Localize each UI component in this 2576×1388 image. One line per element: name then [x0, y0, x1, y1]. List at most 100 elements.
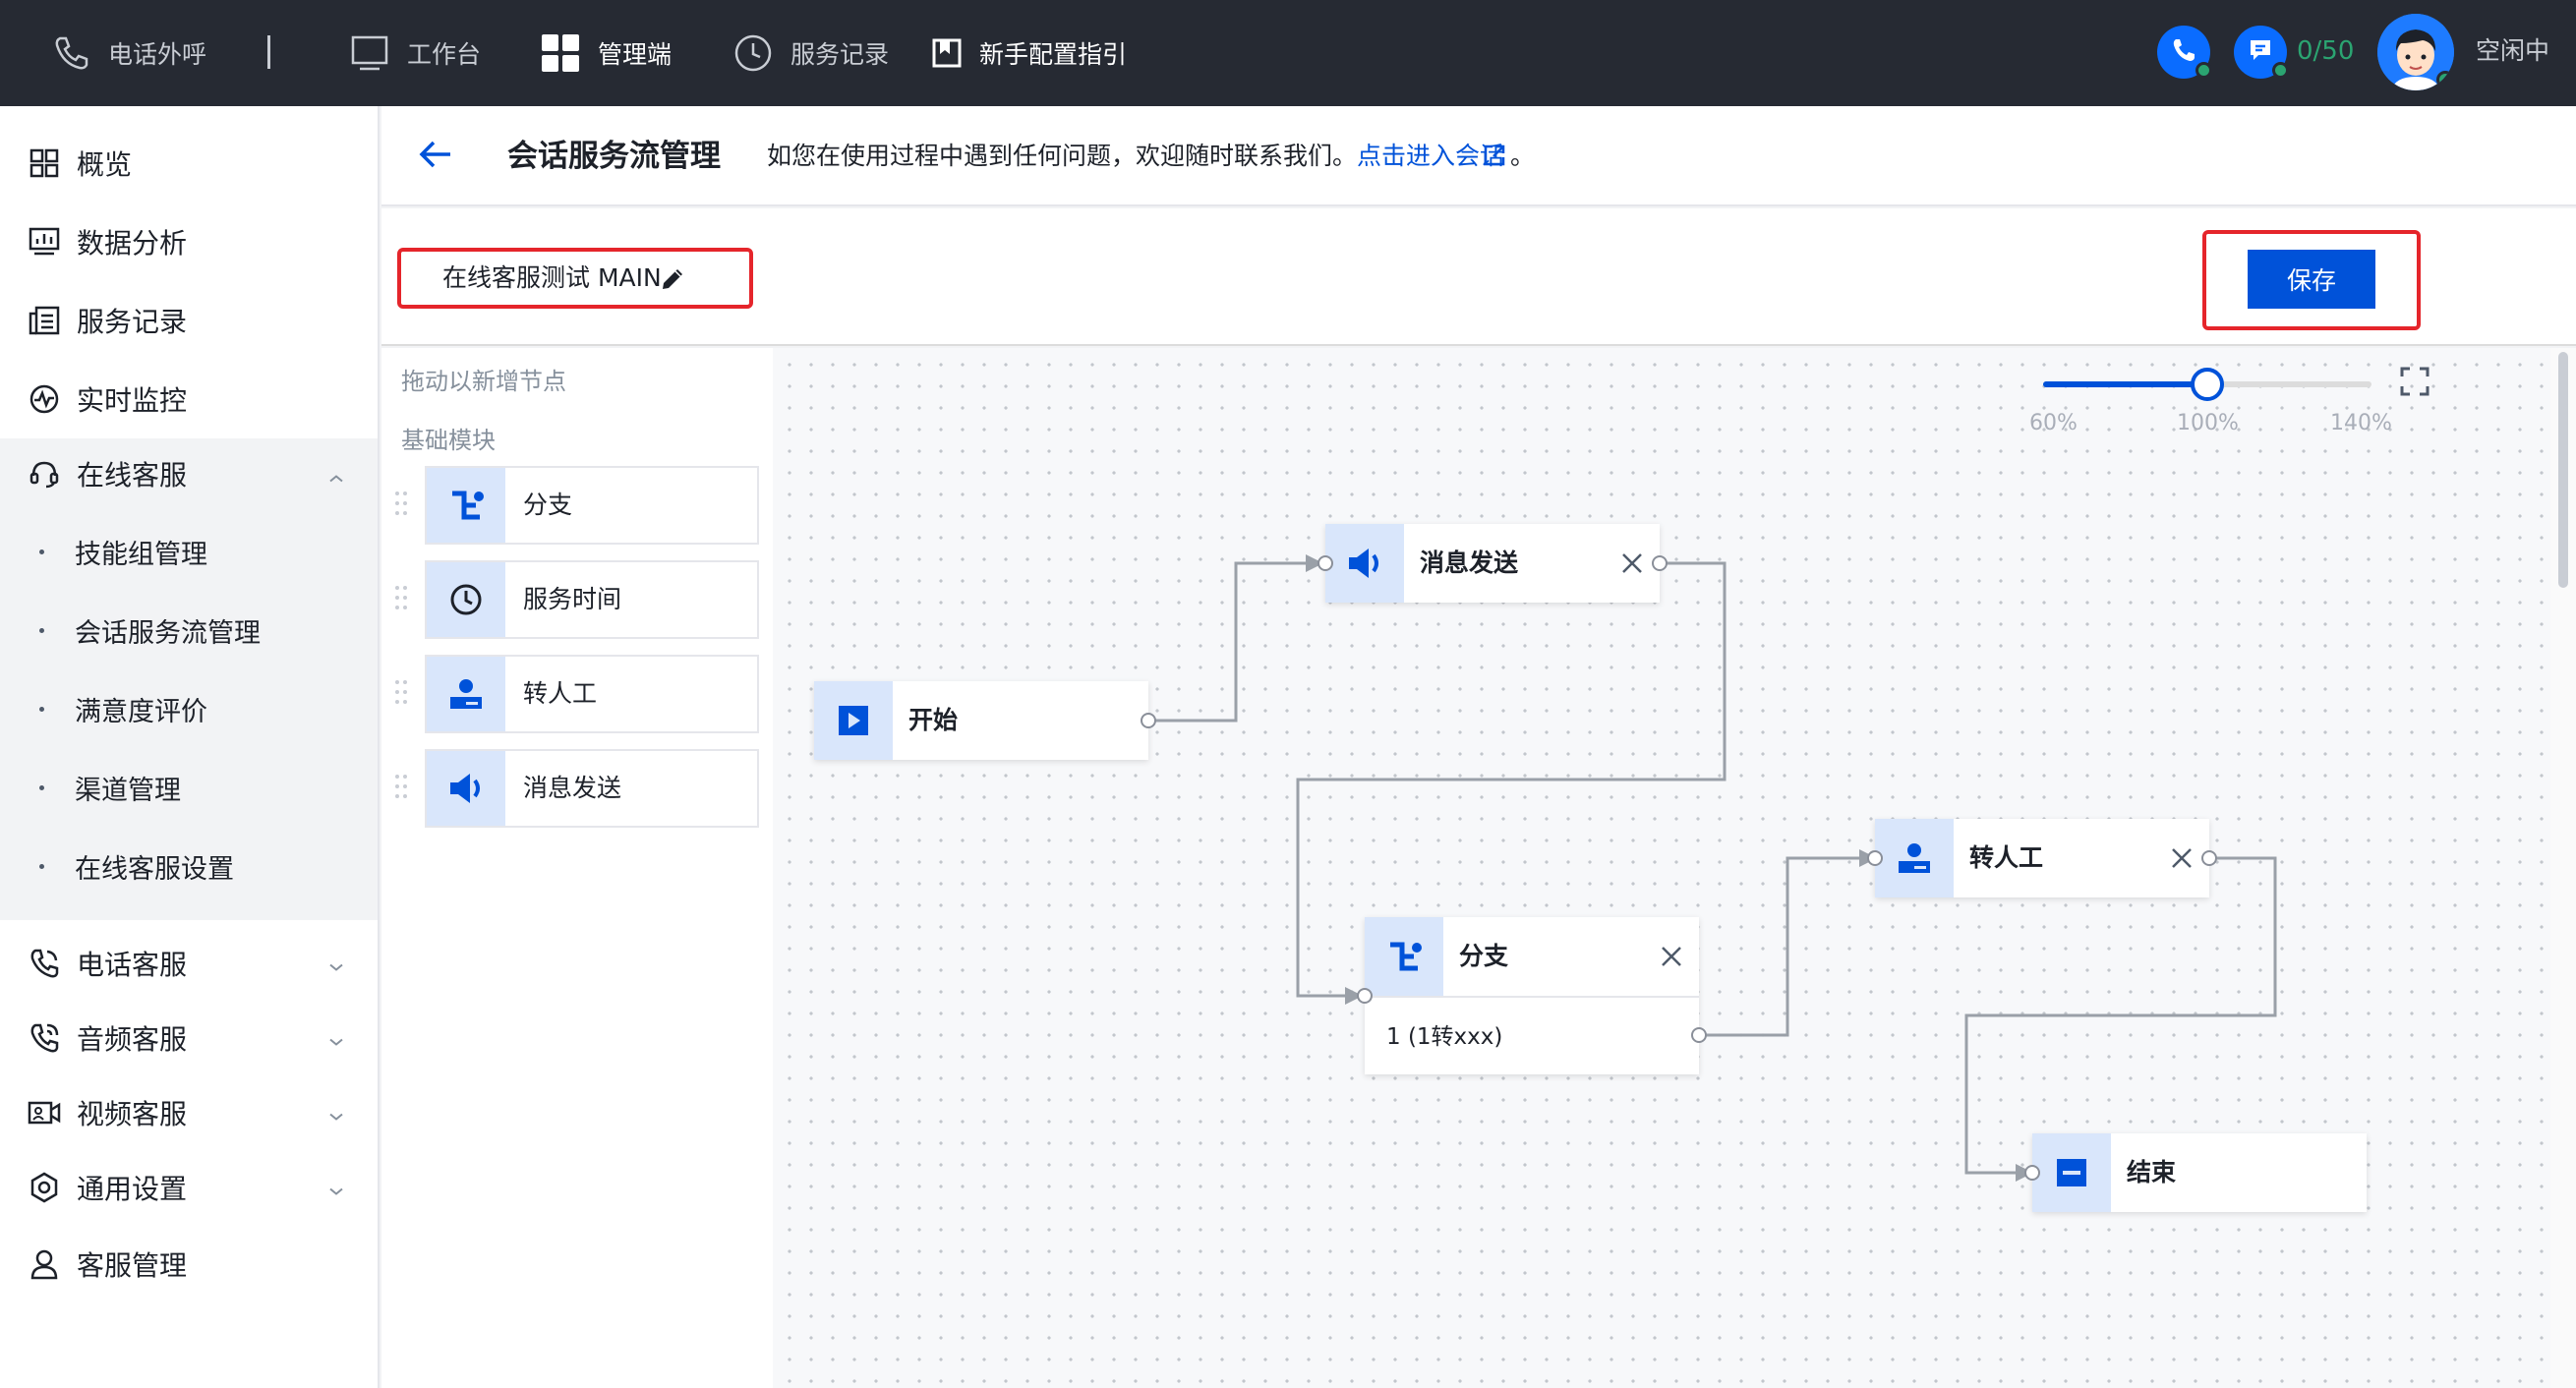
scrollbar-thumb[interactable]	[2558, 352, 2568, 588]
node-input-port[interactable]	[1867, 850, 1883, 866]
drag-handle-icon[interactable]	[395, 680, 409, 710]
records-tab[interactable]: 服务记录	[733, 0, 889, 106]
sidebar-item-label: 通用设置	[77, 1173, 188, 1205]
node-output-port[interactable]	[1652, 555, 1668, 571]
close-icon[interactable]	[1660, 945, 1683, 968]
agent-status[interactable]: 空闲中	[2476, 0, 2549, 106]
list-icon	[28, 304, 61, 337]
agent-icon	[427, 657, 505, 731]
sidebar-subitem-skill-groups[interactable]: 技能组管理	[0, 517, 378, 586]
online-dot	[2195, 62, 2212, 79]
external-link-icon[interactable]	[1483, 144, 1506, 171]
palette-item-branch[interactable]: 分支	[425, 466, 759, 545]
sidebar-subitem-online-settings[interactable]: 在线客服设置	[0, 832, 378, 900]
sidebar-item-online-service[interactable]: 在线客服	[0, 438, 380, 509]
help-hint-end: 。	[1510, 142, 1536, 170]
flow-name: 在线客服测试 MAIN	[442, 263, 662, 292]
node-start[interactable]: 开始	[814, 681, 1156, 760]
node-output-port[interactable]	[2201, 850, 2217, 866]
sidebar-item-label: 电话客服	[77, 949, 188, 981]
node-message[interactable]: 消息发送	[1317, 524, 1668, 603]
sidebar-subitem-channels[interactable]: 渠道管理	[0, 753, 378, 822]
admin-label: 管理端	[598, 40, 673, 69]
phone-out-button[interactable]: 电话外呼	[51, 0, 206, 106]
pencil-icon[interactable]	[659, 265, 686, 297]
bullet	[39, 863, 44, 869]
call-status-button[interactable]	[2157, 26, 2212, 79]
node-branch[interactable]: 分支 1 (1转xxx)	[1357, 917, 1707, 1074]
bookmark-icon	[932, 38, 962, 68]
admin-tab[interactable]: 管理端	[541, 0, 672, 106]
flow-canvas[interactable]	[773, 348, 2550, 1388]
close-icon[interactable]	[1620, 551, 1644, 575]
chevron-down-icon	[328, 1097, 344, 1129]
branch-case[interactable]: 1 (1转xxx)	[1365, 996, 1699, 1074]
top-bar: 电话外呼 工作台 管理端 服务记录 新手配置指引 0/50 空闲中	[0, 0, 2576, 106]
guide-tab[interactable]: 新手配置指引	[932, 0, 1127, 106]
node-label: 消息发送	[1420, 549, 1519, 577]
stop-icon	[2032, 1133, 2111, 1212]
workbench-tab[interactable]: 工作台	[350, 0, 481, 106]
drag-handle-icon[interactable]	[395, 586, 409, 615]
bullet	[39, 706, 44, 712]
settings-icon	[28, 1171, 61, 1204]
save-button[interactable]: 保存	[2248, 250, 2375, 309]
sidebar-item-label: 音频客服	[77, 1023, 188, 1056]
node-transfer[interactable]: 转人工	[1867, 819, 2217, 897]
sidebar-subitem-label: 满意度评价	[75, 696, 207, 727]
node-input-port[interactable]	[2024, 1165, 2040, 1181]
palette-item-transfer[interactable]: 转人工	[425, 655, 759, 733]
zoom-slider-fill	[2043, 381, 2207, 387]
avatar[interactable]	[2377, 14, 2454, 90]
zoom-label-mid: 100%	[2177, 411, 2239, 435]
zoom-slider[interactable]	[2043, 368, 2371, 401]
palette-item-message[interactable]: 消息发送	[425, 749, 759, 828]
sidebar-subitem-service-flow[interactable]: 会话服务流管理	[0, 596, 378, 665]
node-label: 结束	[2127, 1158, 2177, 1186]
palette-hint: 拖动以新增节点	[401, 368, 566, 395]
chat-status-button[interactable]	[2234, 26, 2289, 79]
zoom-label-min: 60%	[2029, 411, 2078, 435]
drag-handle-icon[interactable]	[395, 492, 409, 521]
grid-icon	[541, 33, 580, 73]
sidebar-subitem-satisfaction[interactable]: 满意度评价	[0, 674, 378, 743]
sidebar-item-records[interactable]: 服务记录	[0, 285, 380, 356]
page-title: 会话服务流管理	[507, 139, 721, 174]
grid-icon	[28, 146, 61, 180]
branch-icon	[1365, 917, 1443, 996]
palette-item-label: 转人工	[523, 679, 598, 708]
palette-section-title: 基础模块	[401, 427, 496, 454]
bullet	[39, 549, 44, 554]
sidebar-item-agent-management[interactable]: 客服管理	[0, 1229, 380, 1300]
node-input-port[interactable]	[1317, 555, 1333, 571]
canvas-scrollbar[interactable]	[2550, 348, 2576, 1388]
sidebar-subitem-label: 技能组管理	[75, 539, 207, 570]
zoom-slider-handle[interactable]	[2191, 368, 2224, 401]
sidebar-item-monitor[interactable]: 实时监控	[0, 364, 380, 434]
flow-name-highlight: 在线客服测试 MAIN	[397, 248, 753, 309]
arrow-left-icon[interactable]	[417, 136, 454, 177]
user-icon	[28, 1247, 61, 1281]
palette-item-service-time[interactable]: 服务时间	[425, 560, 759, 639]
sidebar-item-analytics[interactable]: 数据分析	[0, 206, 380, 277]
workbench-label: 工作台	[407, 40, 482, 69]
node-output-port[interactable]	[1141, 713, 1156, 728]
chevron-up-icon	[328, 458, 344, 491]
sidebar-item-video-service[interactable]: 视频客服	[0, 1077, 380, 1148]
node-end[interactable]: 结束	[2024, 1133, 2367, 1212]
branch-icon	[427, 468, 505, 543]
sidebar-item-phone-service[interactable]: 电话客服	[0, 928, 380, 999]
sidebar-item-audio-service[interactable]: 音频客服	[0, 1003, 380, 1073]
sidebar-item-overview[interactable]: 概览	[0, 128, 380, 199]
node-input-port[interactable]	[1357, 988, 1373, 1004]
help-hint: 如您在使用过程中遇到任何问题，欢迎随时联系我们。点击进入会话	[767, 106, 1504, 206]
sidebar-item-general-settings[interactable]: 通用设置	[0, 1152, 380, 1223]
fullscreen-icon[interactable]	[2399, 366, 2430, 401]
branch-output-port[interactable]	[1691, 1027, 1707, 1043]
drag-handle-icon[interactable]	[395, 775, 409, 804]
help-hint-text: 如您在使用过程中遇到任何问题，欢迎随时联系我们。	[767, 142, 1358, 170]
node-label: 分支	[1459, 942, 1509, 970]
chevron-down-icon	[328, 1172, 344, 1204]
page-header: 会话服务流管理 如您在使用过程中遇到任何问题，欢迎随时联系我们。点击进入会话 。	[381, 106, 2576, 206]
close-icon[interactable]	[2170, 846, 2194, 870]
